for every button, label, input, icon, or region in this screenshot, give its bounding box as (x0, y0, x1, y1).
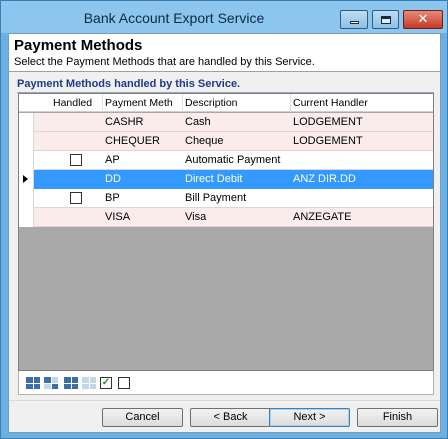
table-row[interactable]: BP Bill Payment (19, 189, 433, 208)
description-cell: Automatic Payment (185, 154, 281, 166)
current-handler-cell: LODGEMENT (293, 135, 363, 147)
wizard-header: Payment Methods Select the Payment Metho… (9, 34, 440, 72)
column-divider (102, 94, 103, 112)
description-cell: Cheque (185, 135, 224, 147)
page-subtitle: Select the Payment Methods that are hand… (14, 56, 315, 68)
row-selector[interactable] (19, 113, 34, 132)
current-row-arrow-icon (23, 175, 28, 183)
column-header-current-handler[interactable]: Current Handler (293, 97, 368, 109)
column-header-handled[interactable]: Handled (53, 97, 92, 109)
table-row[interactable]: AP Automatic Payment (19, 151, 433, 170)
table-row[interactable]: CASHR Cash LODGEMENT (19, 113, 433, 132)
finish-button[interactable]: Finish (357, 408, 438, 427)
maximize-button[interactable] (372, 10, 399, 29)
close-icon: ✕ (417, 12, 429, 27)
collapse-selected-icon[interactable] (81, 376, 97, 390)
check-all-button[interactable]: ✓ (100, 377, 112, 389)
collapse-all-icon[interactable] (43, 376, 59, 390)
button-divider (9, 400, 440, 401)
handled-checkbox[interactable] (70, 154, 82, 166)
next-button[interactable]: Next > (269, 408, 350, 427)
column-divider (182, 94, 183, 112)
page-title: Payment Methods (14, 37, 143, 54)
payment-method-cell: CHEQUER (105, 135, 161, 147)
row-selector[interactable] (19, 208, 34, 227)
row-selector[interactable] (19, 170, 34, 189)
wizard-window: Bank Account Export Service ✕ Payment Me… (0, 0, 448, 439)
expand-selected-icon[interactable] (63, 376, 79, 390)
wizard-body: Payment Methods Select the Payment Metho… (8, 33, 441, 433)
column-divider (290, 94, 291, 112)
column-header-payment-method[interactable]: Payment Meth (105, 97, 173, 109)
payment-method-cell: BP (105, 192, 120, 204)
current-handler-cell: ANZ DIR.DD (293, 173, 356, 185)
description-cell: Cash (185, 116, 211, 128)
current-handler-cell: LODGEMENT (293, 116, 363, 128)
uncheck-all-button[interactable] (118, 377, 130, 389)
description-cell: Bill Payment (185, 192, 247, 204)
handled-checkbox[interactable] (70, 192, 82, 204)
grid-header: Handled Payment Meth Description Current… (19, 94, 433, 112)
payment-method-cell: AP (105, 154, 120, 166)
row-selector[interactable] (19, 189, 34, 208)
title-bar[interactable]: Bank Account Export Service ✕ (1, 1, 447, 33)
payment-method-cell: VISA (105, 211, 131, 223)
minimize-icon (349, 21, 359, 24)
description-cell: Direct Debit (185, 173, 243, 185)
current-handler-cell: ANZEGATE (293, 211, 352, 223)
group-label: Payment Methods handled by this Service. (17, 78, 241, 90)
table-row[interactable]: VISA Visa ANZEGATE (19, 208, 433, 227)
payment-method-cell: CASHR (105, 116, 144, 128)
payment-method-cell: DD (105, 173, 121, 185)
row-selector[interactable] (19, 132, 34, 151)
window-title: Bank Account Export Service (83, 10, 265, 26)
description-cell: Visa (185, 211, 207, 223)
cancel-button[interactable]: Cancel (102, 408, 183, 427)
expand-all-icon[interactable] (25, 376, 41, 390)
back-button[interactable]: < Back (190, 408, 271, 427)
close-button[interactable]: ✕ (403, 10, 443, 29)
row-selector[interactable] (19, 151, 34, 170)
column-header-description[interactable]: Description (185, 97, 238, 109)
table-row[interactable]: DD Direct Debit ANZ DIR.DD (19, 170, 433, 189)
maximize-icon (380, 15, 391, 24)
minimize-button[interactable] (340, 10, 368, 29)
table-row[interactable]: CHEQUER Cheque LODGEMENT (19, 132, 433, 151)
grid-toolbar: ✓ (18, 371, 434, 395)
payment-methods-grid[interactable]: Handled Payment Meth Description Current… (18, 93, 434, 371)
